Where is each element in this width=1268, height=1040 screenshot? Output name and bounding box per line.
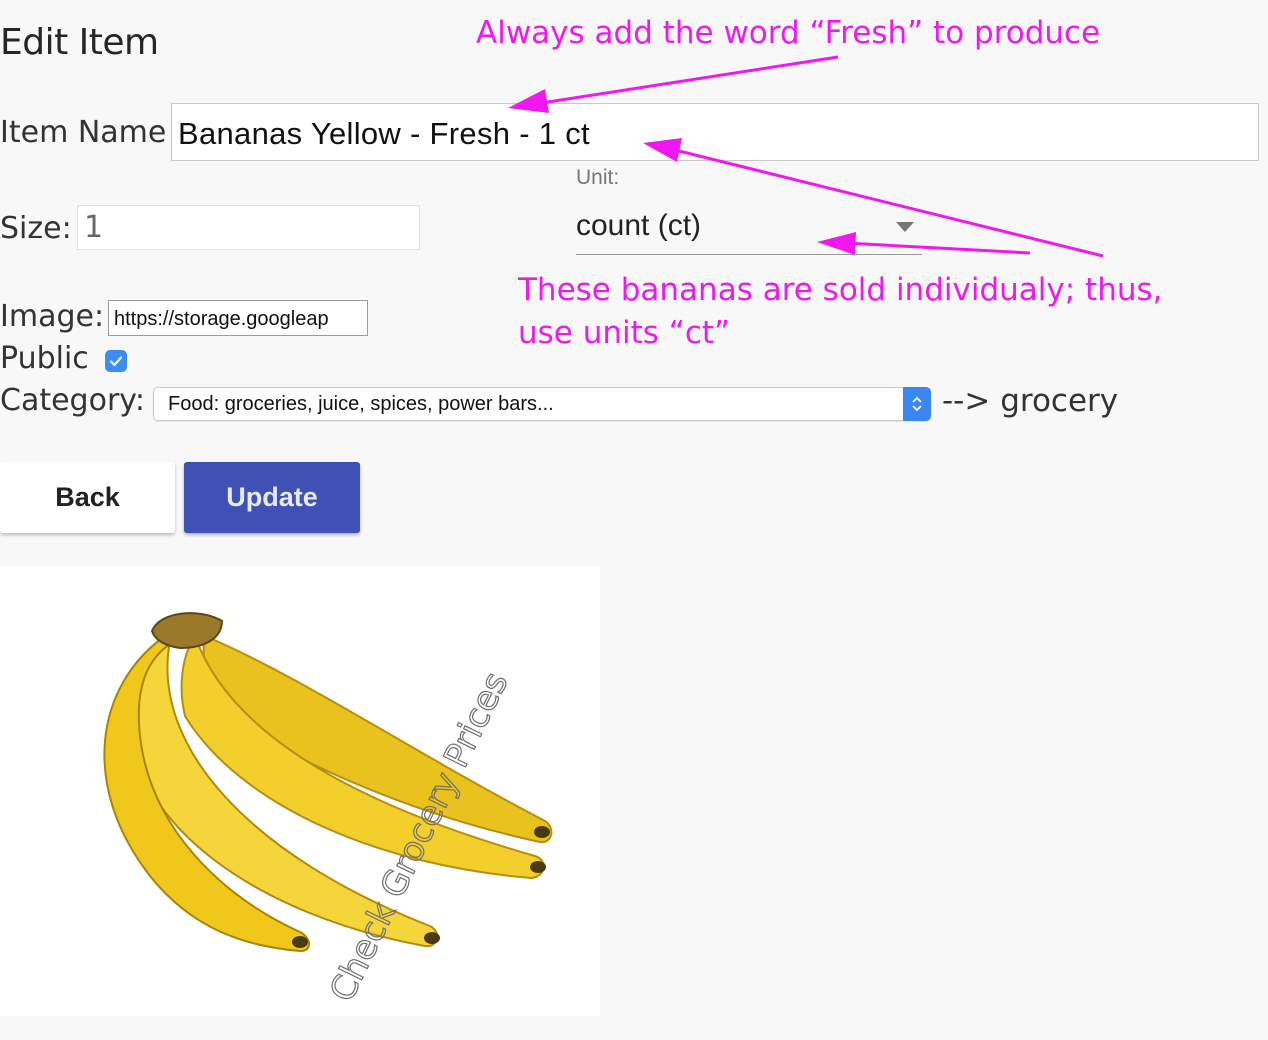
category-label: Category:: [0, 383, 145, 418]
unit-label: Unit:: [576, 166, 620, 189]
chevron-down-icon: [896, 222, 914, 232]
back-button[interactable]: Back: [0, 462, 175, 533]
size-label: Size:: [0, 211, 72, 246]
product-image: Check Grocery Prices: [0, 566, 600, 1016]
size-input[interactable]: 1: [77, 205, 420, 250]
annotation-units-note-line2: use units “ct”: [518, 315, 731, 351]
page-title: Edit Item: [0, 22, 159, 63]
banana-illustration: Check Grocery Prices: [103, 612, 553, 1009]
image-label: Image:: [0, 299, 105, 334]
unit-select[interactable]: count (ct): [576, 205, 922, 255]
public-checkbox[interactable]: [105, 350, 127, 372]
unit-selected-value: count (ct): [576, 209, 702, 242]
image-url-input[interactable]: https://storage.googleap: [108, 300, 368, 336]
category-selected-value: Food: groceries, juice, spices, power ba…: [168, 393, 554, 415]
select-arrows-icon: [903, 387, 931, 421]
annotation-units-note-line1: These bananas are sold individualy; thus…: [518, 272, 1163, 308]
annotation-fresh-note: Always add the word “Fresh” to produce: [476, 15, 1101, 51]
category-select[interactable]: Food: groceries, juice, spices, power ba…: [153, 387, 931, 421]
category-note: --> grocery: [942, 383, 1119, 419]
item-name-input[interactable]: Bananas Yellow - Fresh - 1 ct: [171, 103, 1259, 161]
public-label: Public: [0, 341, 89, 376]
update-button[interactable]: Update: [184, 462, 360, 533]
checkmark-icon: [109, 356, 123, 367]
item-name-label: Item Name: [0, 115, 167, 150]
